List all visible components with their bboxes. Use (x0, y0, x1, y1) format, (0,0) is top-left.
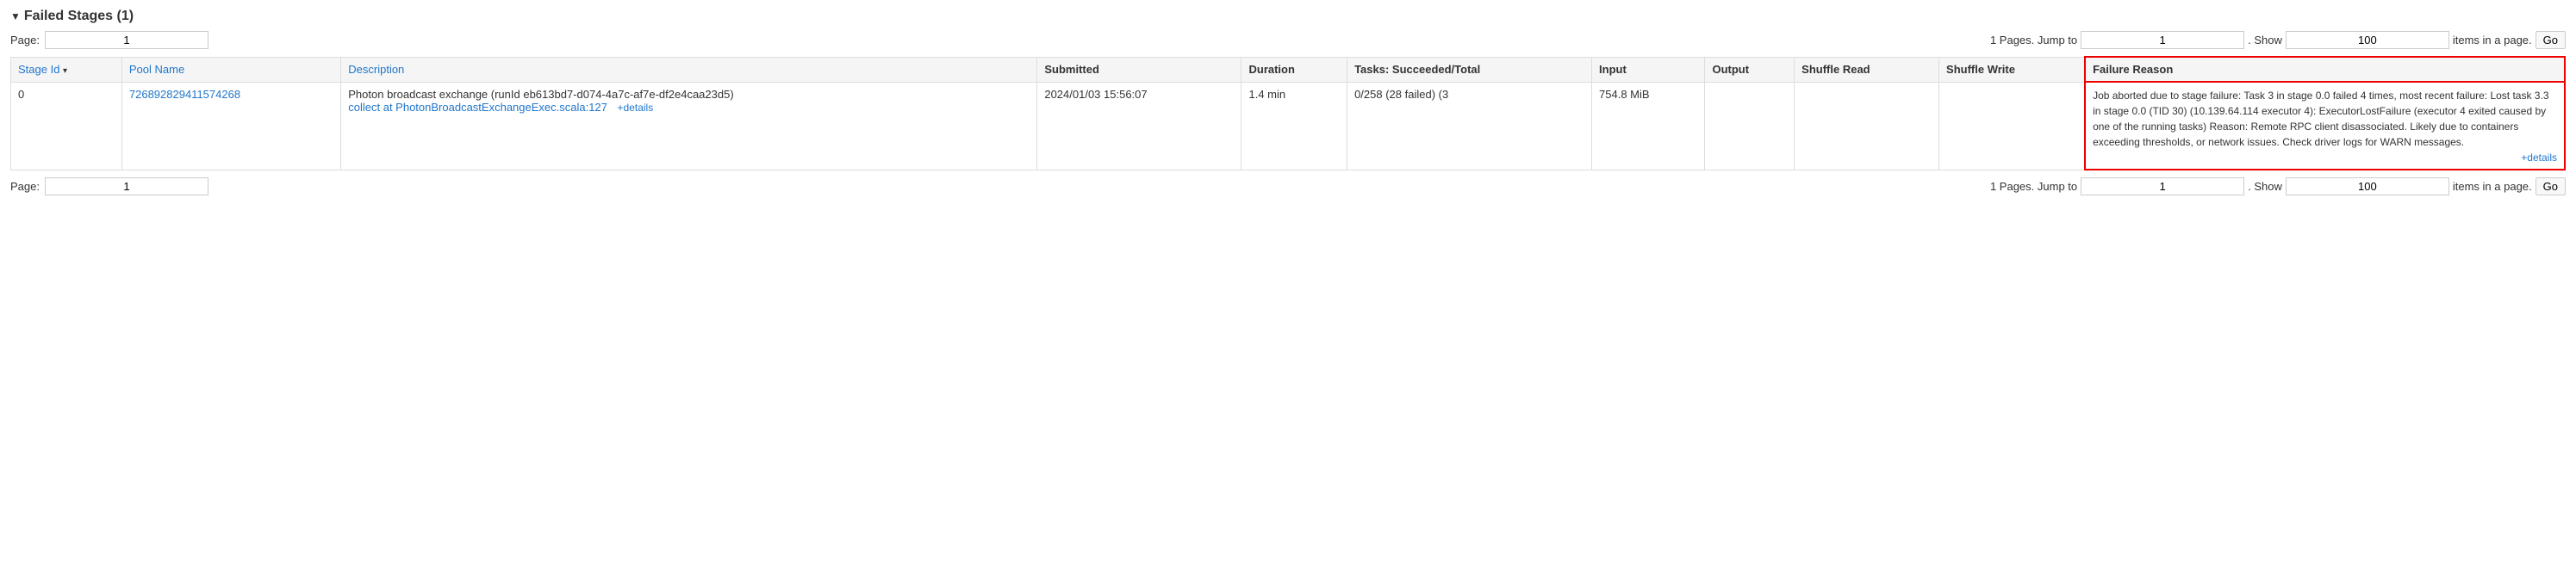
cell-input: 754.8 MiB (1592, 82, 1705, 170)
jump-input-bottom[interactable] (2081, 177, 2244, 195)
cell-pool-name: 726892829411574268 (121, 82, 340, 170)
pool-name-link[interactable]: 726892829411574268 (129, 88, 240, 101)
description-sub-link[interactable]: collect at PhotonBroadcastExchangeExec.s… (348, 101, 607, 114)
failure-details-link[interactable]: +details (2521, 152, 2557, 164)
col-pool-name[interactable]: Pool Name (121, 57, 340, 82)
col-description[interactable]: Description (341, 57, 1037, 82)
pages-info-top: 1 Pages. Jump to (1990, 34, 2077, 46)
go-button-bottom[interactable]: Go (2536, 177, 2566, 195)
cell-failure-reason: Job aborted due to stage failure: Task 3… (2085, 82, 2565, 170)
collapse-triangle-icon[interactable]: ▼ (10, 10, 21, 22)
cell-output (1705, 82, 1795, 170)
show-label-top: . Show (2248, 34, 2282, 46)
col-shuffle-write: Shuffle Write (1939, 57, 2086, 82)
show-label-bottom: . Show (2248, 180, 2282, 193)
col-tasks: Tasks: Succeeded/Total (1347, 57, 1592, 82)
page-input-bottom[interactable] (45, 177, 208, 195)
cell-tasks: 0/258 (28 failed) (3 (1347, 82, 1592, 170)
go-button-top[interactable]: Go (2536, 31, 2566, 49)
col-input: Input (1592, 57, 1705, 82)
pagination-bottom-left: Page: (10, 177, 208, 195)
items-label-top: items in a page. (2453, 34, 2532, 46)
section-title: ▼ Failed Stages (1) (10, 9, 2566, 24)
cell-stage-id: 0 (11, 82, 122, 170)
col-duration: Duration (1241, 57, 1347, 82)
description-main: Photon broadcast exchange (runId eb613bd… (348, 88, 733, 101)
items-label-bottom: items in a page. (2453, 180, 2532, 193)
description-details-link[interactable]: +details (618, 102, 654, 114)
table-row: 0 726892829411574268 Photon broadcast ex… (11, 82, 2566, 170)
col-submitted: Submitted (1037, 57, 1241, 82)
page-label-bottom: Page: (10, 180, 40, 193)
cell-shuffle-write (1939, 82, 2086, 170)
page-input-top[interactable] (45, 31, 208, 49)
cell-duration: 1.4 min (1241, 82, 1347, 170)
show-input-top[interactable] (2286, 31, 2449, 49)
pagination-top-right: 1 Pages. Jump to . Show items in a page.… (1990, 31, 2566, 49)
pagination-bottom: Page: 1 Pages. Jump to . Show items in a… (10, 177, 2566, 195)
col-shuffle-read: Shuffle Read (1795, 57, 1939, 82)
pages-info-bottom: 1 Pages. Jump to (1990, 180, 2077, 193)
cell-submitted: 2024/01/03 15:56:07 (1037, 82, 1241, 170)
page-label-top: Page: (10, 34, 40, 46)
failure-reason-text: Job aborted due to stage failure: Task 3… (2093, 90, 2548, 148)
col-stage-id[interactable]: Stage Id ▾ (11, 57, 122, 82)
pagination-bottom-right: 1 Pages. Jump to . Show items in a page.… (1990, 177, 2566, 195)
cell-description: Photon broadcast exchange (runId eb613bd… (341, 82, 1037, 170)
table-header-row: Stage Id ▾ Pool Name Description Submitt… (11, 57, 2566, 82)
jump-input-top[interactable] (2081, 31, 2244, 49)
col-output: Output (1705, 57, 1795, 82)
failed-stages-table: Stage Id ▾ Pool Name Description Submitt… (10, 56, 2566, 170)
show-input-bottom[interactable] (2286, 177, 2449, 195)
cell-shuffle-read (1795, 82, 1939, 170)
failed-stages-heading: Failed Stages (1) (24, 9, 134, 24)
col-failure-reason: Failure Reason (2085, 57, 2565, 82)
pagination-top-left: Page: (10, 31, 208, 49)
pagination-top: Page: 1 Pages. Jump to . Show items in a… (10, 31, 2566, 49)
